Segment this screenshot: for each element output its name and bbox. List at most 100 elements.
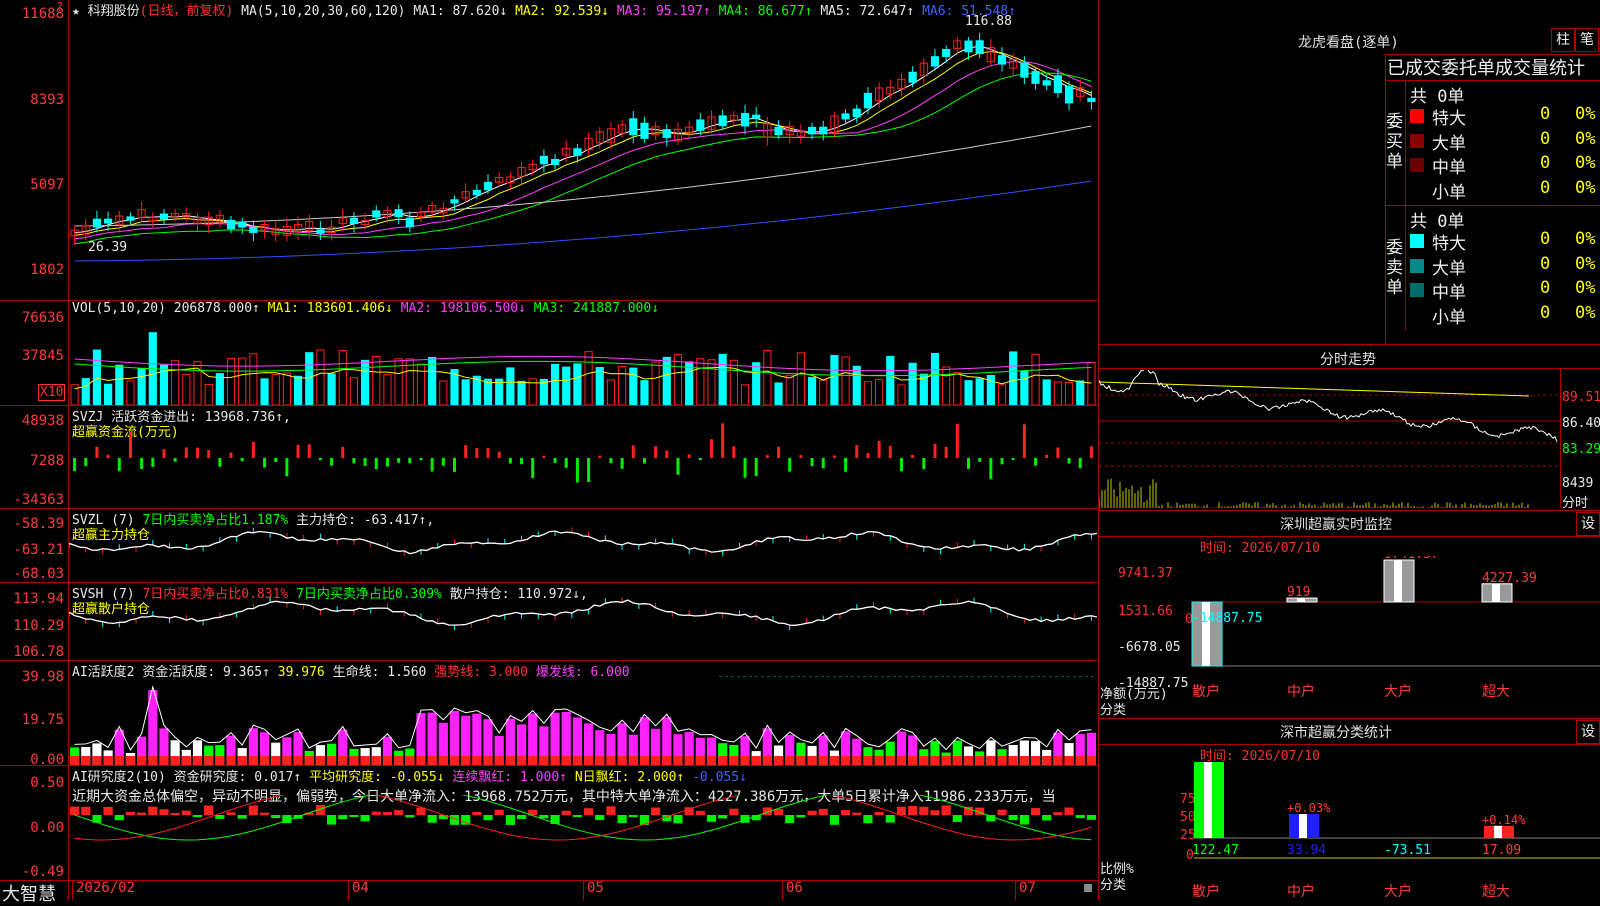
volume-bar [618,365,627,405]
candle-body [483,181,493,191]
volume-chart[interactable] [69,315,1097,405]
research-bar [874,811,884,815]
flow-bar [464,445,468,458]
row-percent: 0% [1575,128,1596,149]
flow-bar [385,458,389,467]
monitor-category-label: 散户 [1192,683,1220,700]
bar-mode-button[interactable]: 柱 [1551,28,1575,52]
monitor-bar-highlight [1492,583,1500,602]
flow-bar [967,458,970,469]
volume-bar [785,374,794,405]
research-bar [114,815,124,821]
activity-base-bar [70,756,80,765]
vol-ma1: MA1: 183601.406↓ [267,301,393,316]
volume-bar [327,373,336,405]
row-label: 大单 [1432,133,1466,154]
activity-base-bar [684,756,694,765]
research-bar [259,812,270,815]
research-bar [170,812,180,815]
candle-body [550,158,560,166]
ai2-chart[interactable] [69,795,1097,880]
main-axis-label-1: 8393 [30,92,64,108]
activity-base-bar [416,756,426,765]
volume-bar [975,378,984,405]
volume-bar [942,366,951,405]
row-label: 大单 [1432,258,1466,279]
volume-bar [651,361,660,405]
research-line-red [74,795,1092,841]
activity-base-bar [282,756,292,765]
research-bar [706,815,717,822]
x-tick-2 [583,880,584,900]
svsh-chart[interactable] [69,585,1097,660]
svzl-chart[interactable] [69,510,1097,582]
candle-body [104,218,113,224]
svzl-axis-2: -68.03 [13,566,64,582]
lhb-tabs[interactable]: 已成交委托单成交量统计 [1387,54,1585,80]
activity-base-bar [114,756,124,765]
buy-row: 中单 0 0% [1410,153,1600,178]
flow-bar [341,446,345,458]
candle-body [1053,75,1062,93]
monitor-settings-button[interactable]: 设 [1576,512,1600,536]
intraday-chart[interactable] [1099,370,1560,508]
row-percent: 0% [1575,302,1596,323]
flow-bar [620,458,624,469]
activity-base-bar [505,756,515,765]
question-icon[interactable]: ? [56,0,63,14]
flow-bar [542,455,546,458]
color-swatch [1410,158,1424,172]
activity-base-bar [1075,756,1085,765]
activity-base-bar [773,756,784,765]
svzj-chart[interactable] [69,410,1097,508]
row-label: 中单 [1432,158,1466,178]
flow-bar [95,446,99,458]
activity-base-bar [271,756,281,765]
sell-row: 中单 0 0% [1410,278,1600,303]
candle-body [997,55,1007,65]
activity-base-bar [81,756,91,765]
flow-bar [1089,446,1093,458]
flow-bar [721,423,725,458]
sell-order-label: 委卖单 [1386,238,1403,298]
research-bar [885,815,895,823]
candle-body [863,92,873,109]
svsh-axis-2: 106.78 [13,644,64,660]
activity-base-bar [427,756,437,765]
lock-icon[interactable] [1084,884,1092,892]
holding-line [69,530,1097,555]
volume-bar [305,352,314,405]
stats-title: 深市超赢分类统计 [1280,725,1392,741]
research-bar [1019,815,1029,825]
flow-bar [899,458,903,472]
flow-bar [363,458,367,466]
color-swatch [1410,109,1424,123]
ai1-axis-1: 19.75 [21,712,64,728]
volume-bar [293,375,303,405]
research-bar [1008,815,1018,821]
activity-base-bar [539,756,549,765]
monitor-bar-chart[interactable]: -14887.75 散户 919 中户 9741.37 大户 4227.39 超大 [1099,556,1600,716]
activity-base-bar [461,756,471,765]
stats-bar-chart[interactable]: 122.47 散户 +0.03% 33.94 中户 -73.51 大户 +0.14% 17.09… [1099,760,1600,900]
volume-bar [137,367,146,405]
row-percent: 0% [1575,229,1596,249]
activity-base-bar [986,756,996,765]
volume-bar [584,351,593,405]
monitor-header-line [1099,536,1600,537]
volume-bar [807,377,817,405]
activity-base-bar [740,756,750,765]
candle-body [472,189,481,196]
research-bar [159,809,169,815]
activity-base-bar [718,756,728,765]
candlestick-chart[interactable] [69,16,1097,300]
ai1-chart[interactable] [69,676,1097,765]
stats-category-label: 超大 [1482,884,1510,900]
tick-mode-button[interactable]: 笔 [1575,28,1599,52]
flow-bar [564,458,568,468]
fenshi-axis-line [1560,368,1561,508]
research-bar [103,806,113,815]
activity-base-bar [572,756,582,765]
stats-settings-button[interactable]: 设 [1576,720,1600,744]
volume-bar [1031,353,1040,405]
